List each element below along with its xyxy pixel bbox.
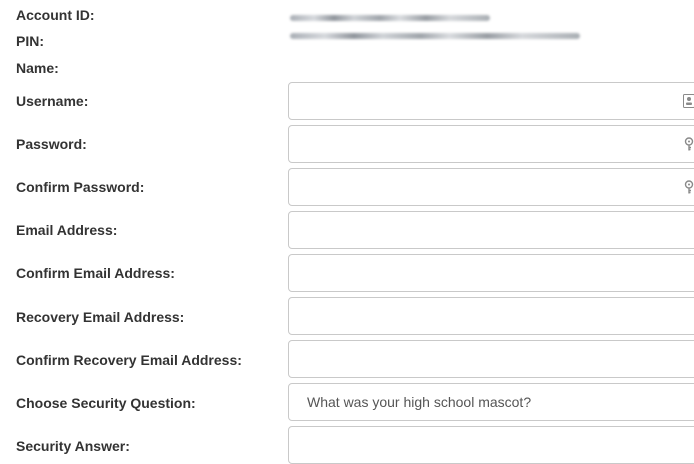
recovery-email-field[interactable]	[288, 297, 694, 335]
email-label: Email Address:	[16, 222, 117, 238]
name-label: Name:	[16, 60, 59, 76]
confirm-recovery-email-input[interactable]	[289, 341, 694, 377]
pin-label: PIN:	[16, 33, 44, 49]
email-field[interactable]	[288, 211, 694, 249]
confirm-recovery-email-label: Confirm Recovery Email Address:	[16, 352, 242, 368]
key-icon[interactable]	[683, 180, 694, 194]
account-id-value-redacted	[290, 15, 490, 21]
confirm-email-label: Confirm Email Address:	[16, 265, 175, 281]
confirm-password-label: Confirm Password:	[16, 179, 144, 195]
security-question-select[interactable]: What was your high school mascot?	[288, 383, 694, 421]
recovery-email-label: Recovery Email Address:	[16, 309, 184, 325]
security-question-selected-value[interactable]: What was your high school mascot?	[289, 384, 694, 420]
username-field[interactable]	[288, 82, 694, 120]
password-label: Password:	[16, 136, 87, 152]
username-label: Username:	[16, 93, 88, 109]
confirm-email-input[interactable]	[289, 255, 694, 291]
security-question-label: Choose Security Question:	[16, 395, 196, 411]
security-answer-input[interactable]	[289, 427, 694, 463]
account-id-label: Account ID:	[16, 7, 95, 23]
password-field[interactable]	[288, 125, 694, 163]
password-input[interactable]	[289, 126, 694, 162]
security-answer-field[interactable]	[288, 426, 694, 464]
confirm-recovery-email-field[interactable]	[288, 340, 694, 378]
contact-card-icon[interactable]	[683, 94, 694, 108]
username-input[interactable]	[289, 83, 694, 119]
recovery-email-input[interactable]	[289, 298, 694, 334]
confirm-email-field[interactable]	[288, 254, 694, 292]
security-answer-label: Security Answer:	[16, 438, 130, 454]
confirm-password-input[interactable]	[289, 169, 694, 205]
confirm-password-field[interactable]	[288, 168, 694, 206]
key-icon[interactable]	[683, 137, 694, 151]
pin-value-redacted	[290, 33, 580, 39]
email-input[interactable]	[289, 212, 694, 248]
